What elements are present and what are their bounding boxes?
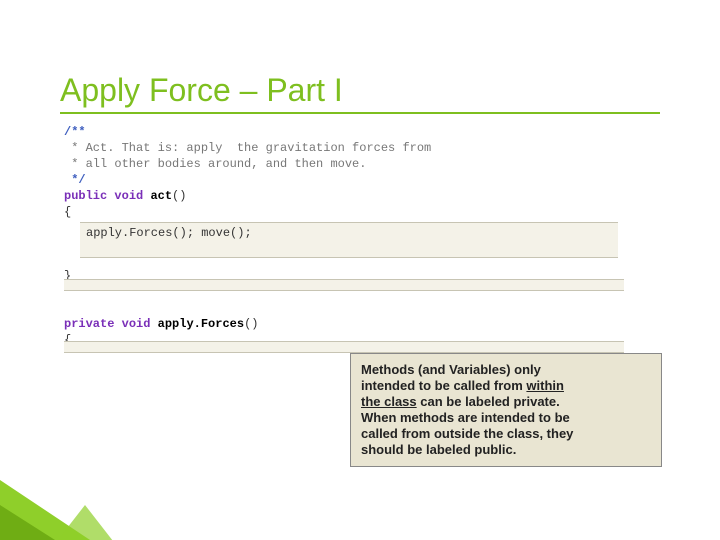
callout-bold: public	[474, 442, 512, 457]
parens: ()	[172, 189, 186, 203]
separator-bar	[64, 279, 624, 291]
code-call: move();	[201, 226, 251, 240]
brace-open: {	[64, 205, 71, 219]
doc-line: */	[64, 173, 86, 187]
callout-text: .	[513, 442, 517, 457]
callout-text: called from outside the class, they	[361, 426, 573, 441]
keyword-private: private	[64, 317, 114, 331]
callout-text: Methods (and Variables) only	[361, 362, 541, 377]
code-body-box: apply.Forces(); move();	[80, 222, 618, 258]
decorative-triangle	[50, 505, 120, 540]
code-call: apply.Forces();	[86, 226, 194, 240]
slide-title: Apply Force – Part I	[60, 72, 343, 109]
method-name-applyforces: apply.Forces	[158, 317, 244, 331]
decorative-triangle	[0, 505, 55, 540]
method-name-act: act	[150, 189, 172, 203]
callout-text: .	[556, 394, 560, 409]
keyword-public: public	[64, 189, 107, 203]
separator-bar	[64, 341, 624, 353]
doc-line: /**	[64, 125, 86, 139]
callout-text: When methods are intended to be	[361, 410, 570, 425]
callout-text: can be labeled	[417, 394, 514, 409]
callout-bold: private	[513, 394, 556, 409]
keyword-void: void	[122, 317, 151, 331]
parens: ()	[244, 317, 258, 331]
keyword-void: void	[114, 189, 143, 203]
callout-underline: within	[526, 378, 564, 393]
explanation-callout: Methods (and Variables) only intended to…	[350, 353, 662, 467]
callout-text: intended to be called from	[361, 378, 526, 393]
doc-line: * Act. That is: apply the gravitation fo…	[64, 141, 431, 155]
callout-underline: the class	[361, 394, 417, 409]
title-underline	[60, 112, 660, 114]
callout-text: should be labeled	[361, 442, 474, 457]
doc-line: * all other bodies around, and then move…	[64, 157, 366, 171]
